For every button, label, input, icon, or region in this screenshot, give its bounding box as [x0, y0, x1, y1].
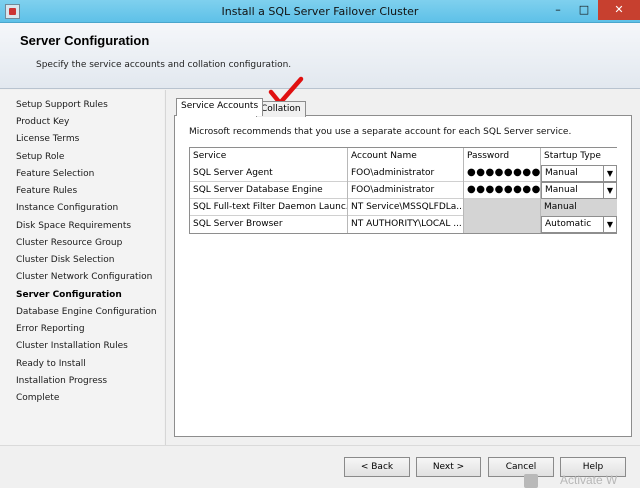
window-title: Install a SQL Server Failover Cluster — [221, 5, 419, 18]
password-value: ●●●●●●●●●● — [467, 184, 541, 195]
tab-collation[interactable]: Collation — [256, 101, 306, 117]
table-row: SQL Full-text Filter Daemon Launc... NT … — [190, 199, 617, 216]
service-accounts-page: Microsoft recommends that you use a sepa… — [174, 115, 632, 437]
password-value: ●●●●●●●●●● — [467, 167, 541, 178]
password-field-disabled — [464, 216, 541, 233]
nav-item-database-engine-configuration[interactable]: Database Engine Configuration — [16, 307, 157, 317]
grid-header-row: Service Account Name Password Startup Ty… — [190, 148, 617, 165]
chevron-down-icon[interactable]: ▼ — [603, 166, 616, 181]
back-button[interactable]: < Back — [344, 457, 410, 477]
nav-item-complete[interactable]: Complete — [16, 393, 59, 403]
service-name-cell: SQL Server Agent — [190, 165, 348, 182]
minimize-button[interactable]: – — [546, 0, 570, 20]
service-name-cell: SQL Server Database Engine — [190, 182, 348, 199]
startup-type-dropdown[interactable]: Automatic ▼ — [541, 216, 617, 233]
column-header-service[interactable]: Service — [190, 148, 348, 165]
column-header-account-name[interactable]: Account Name — [348, 148, 464, 165]
column-header-startup-type[interactable]: Startup Type — [541, 148, 617, 165]
nav-item-cluster-installation-rules[interactable]: Cluster Installation Rules — [16, 341, 128, 351]
recommendation-note: Microsoft recommends that you use a sepa… — [189, 127, 572, 137]
next-button[interactable]: Next > — [416, 457, 481, 477]
chevron-down-icon[interactable]: ▼ — [603, 183, 616, 198]
nav-item-disk-space-requirements[interactable]: Disk Space Requirements — [16, 221, 131, 231]
chevron-down-icon[interactable]: ▼ — [603, 217, 616, 232]
service-name-cell: SQL Full-text Filter Daemon Launc... — [190, 199, 348, 216]
account-name-cell: NT Service\MSSQLFDLa... — [348, 199, 464, 216]
startup-type-value: Manual — [545, 168, 578, 178]
nav-item-setup-role[interactable]: Setup Role — [16, 152, 64, 162]
nav-item-instance-configuration[interactable]: Instance Configuration — [16, 203, 118, 213]
nav-item-cluster-resource-group[interactable]: Cluster Resource Group — [16, 238, 122, 248]
activation-watermark: Activate W — [560, 473, 618, 487]
password-field[interactable]: ●●●●●●●●●● — [464, 182, 541, 199]
column-header-password[interactable]: Password — [464, 148, 541, 165]
nav-item-feature-rules[interactable]: Feature Rules — [16, 186, 77, 196]
maximize-button[interactable]: □ — [572, 0, 596, 20]
password-field[interactable]: ●●●●●●●●●● — [464, 165, 541, 182]
nav-item-error-reporting[interactable]: Error Reporting — [16, 324, 85, 334]
nav-item-installation-progress[interactable]: Installation Progress — [16, 376, 107, 386]
startup-type-cell-disabled: Manual — [541, 199, 617, 216]
nav-item-server-configuration[interactable]: Server Configuration — [16, 290, 122, 300]
startup-type-value: Manual — [545, 185, 578, 195]
password-field-disabled — [464, 199, 541, 216]
nav-item-license-terms[interactable]: License Terms — [16, 134, 79, 144]
page-title: Server Configuration — [20, 33, 150, 48]
nav-item-product-key[interactable]: Product Key — [16, 117, 69, 127]
nav-item-ready-to-install[interactable]: Ready to Install — [16, 359, 86, 369]
table-row: SQL Server Browser NT AUTHORITY\LOCAL ..… — [190, 216, 617, 233]
title-bar: Install a SQL Server Failover Cluster – … — [0, 0, 640, 23]
cancel-button[interactable]: Cancel — [488, 457, 554, 477]
table-row: SQL Server Database Engine FOO\administr… — [190, 182, 617, 199]
startup-type-dropdown[interactable]: Manual ▼ — [541, 182, 617, 199]
account-name-cell[interactable]: FOO\administrator — [348, 182, 464, 199]
nav-item-setup-support-rules[interactable]: Setup Support Rules — [16, 100, 108, 110]
startup-type-dropdown[interactable]: Manual ▼ — [541, 165, 617, 182]
windows-logo-icon — [524, 474, 538, 488]
account-name-cell[interactable]: FOO\administrator — [348, 165, 464, 182]
page-header: Server Configuration Specify the service… — [0, 23, 640, 89]
startup-type-value: Automatic — [545, 219, 592, 229]
close-button[interactable]: ✕ — [598, 0, 640, 20]
service-name-cell: SQL Server Browser — [190, 216, 348, 233]
nav-item-feature-selection[interactable]: Feature Selection — [16, 169, 94, 179]
account-name-cell: NT AUTHORITY\LOCAL ... — [348, 216, 464, 233]
page-subtitle: Specify the service accounts and collati… — [36, 60, 292, 70]
tab-service-accounts[interactable]: Service Accounts — [176, 98, 264, 116]
wizard-steps-nav: Setup Support Rules Product Key License … — [0, 90, 164, 445]
service-accounts-grid: Service Account Name Password Startup Ty… — [189, 147, 617, 234]
table-row: SQL Server Agent FOO\administrator ●●●●●… — [190, 165, 617, 182]
nav-item-cluster-network-configuration[interactable]: Cluster Network Configuration — [16, 272, 152, 282]
nav-item-cluster-disk-selection[interactable]: Cluster Disk Selection — [16, 255, 114, 265]
